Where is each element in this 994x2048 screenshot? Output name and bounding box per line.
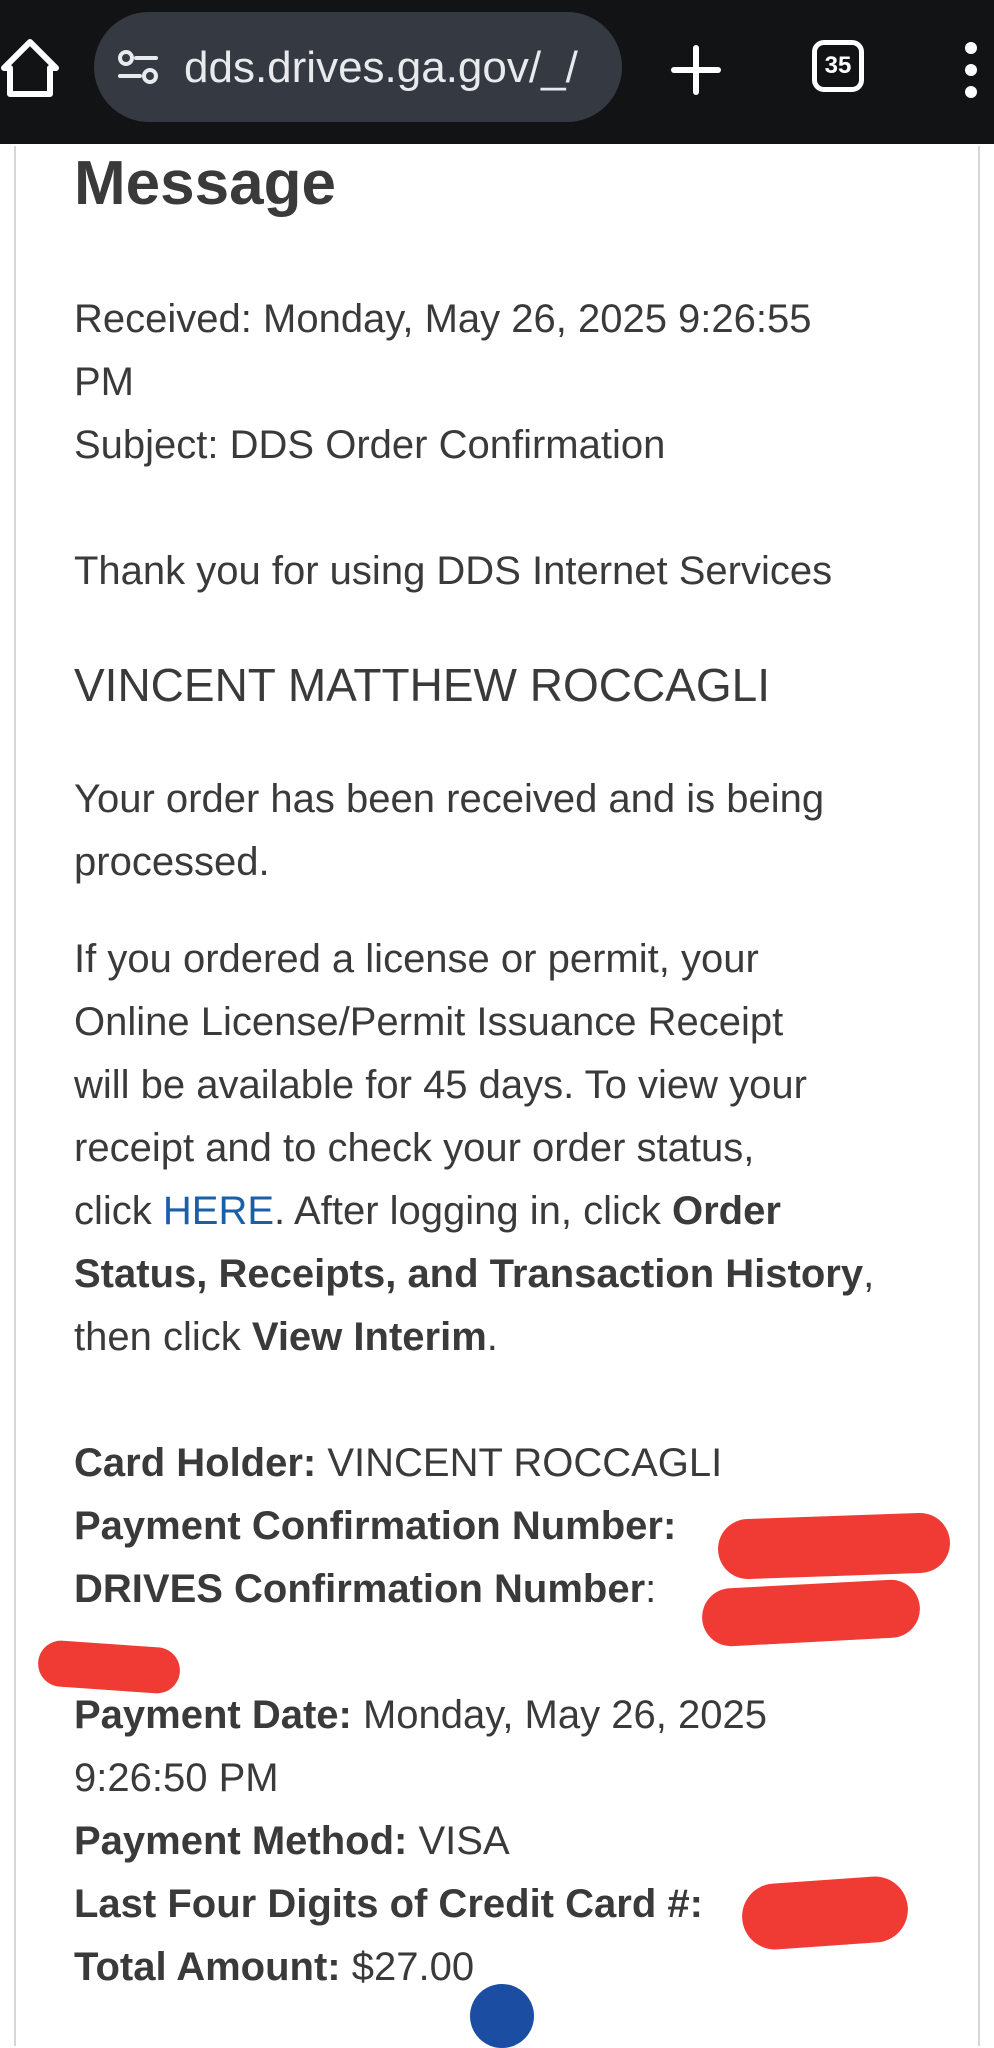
order-status-line: processed.: [74, 840, 270, 884]
payment-method-value: VISA: [407, 1819, 510, 1863]
info-line: receipt and to check your order status,: [74, 1126, 755, 1170]
floating-action-button[interactable]: [470, 1984, 534, 2048]
info-text: .: [486, 1315, 498, 1359]
payment-date-row: Payment Date: Monday, May 26, 2025: [74, 1684, 944, 1747]
browser-toolbar: dds.drives.ga.gov/_/ 35: [0, 0, 994, 144]
home-icon[interactable]: [0, 28, 60, 108]
total-amount-label: Total Amount:: [74, 1945, 341, 1989]
site-settings-icon[interactable]: [116, 46, 160, 90]
thanks-text: Thank you for using DDS Internet Service…: [74, 549, 833, 593]
payment-method-label: Payment Method:: [74, 1819, 408, 1863]
redaction-mark: [739, 1874, 911, 1952]
payment-details-2: Payment Date: Monday, May 26, 2025 9:26:…: [74, 1684, 944, 1999]
payment-date-value: Monday, May 26, 2025: [351, 1693, 767, 1737]
payment-confirmation-label: Payment Confirmation Number:: [74, 1504, 677, 1548]
card-holder-label: Card Holder:: [74, 1441, 317, 1485]
info-line: click HERE. After logging in, click Orde…: [74, 1180, 944, 1243]
total-amount-value: $27.00: [340, 1945, 475, 1989]
drives-confirmation-colon: :: [645, 1567, 657, 1611]
payment-method-row: Payment Method: VISA: [74, 1810, 944, 1873]
info-line: If you ordered a license or permit, your: [74, 937, 759, 981]
redaction-mark: [36, 1639, 182, 1695]
info-paragraph: If you ordered a license or permit, your…: [74, 928, 944, 1369]
payment-date-time: 9:26:50 PM: [74, 1756, 279, 1800]
address-bar[interactable]: dds.drives.ga.gov/_/: [94, 12, 622, 122]
info-text: ,: [863, 1252, 875, 1296]
subject-value: DDS Order Confirmation: [229, 423, 666, 467]
subject-label: Subject:: [74, 423, 219, 467]
order-status-text: Your order has been received and is bein…: [74, 768, 944, 894]
received-line: Received: Monday, May 26, 2025 9:26:55: [74, 288, 944, 351]
received-value-cont: PM: [74, 360, 134, 404]
info-text: then click: [74, 1315, 252, 1359]
tab-switcher-button[interactable]: 35: [812, 40, 864, 92]
received-label: Received:: [74, 297, 252, 341]
payment-date-label: Payment Date:: [74, 1693, 352, 1737]
new-tab-icon[interactable]: [666, 40, 726, 100]
info-line: will be available for 45 days. To view y…: [74, 1063, 807, 1107]
message-card: Message Received: Monday, May 26, 2025 9…: [14, 146, 980, 2046]
info-line: then click View Interim.: [74, 1306, 944, 1369]
url-text[interactable]: dds.drives.ga.gov/_/: [184, 42, 578, 94]
more-menu-icon[interactable]: [956, 40, 986, 100]
redaction-mark: [700, 1578, 922, 1648]
card-holder-row: Card Holder: VINCENT ROCCAGLI: [74, 1432, 944, 1495]
customer-name: VINCENT MATTHEW ROCCAGLI: [74, 659, 770, 711]
info-text: click: [74, 1189, 163, 1233]
received-value: Monday, May 26, 2025 9:26:55: [263, 297, 812, 341]
last-four-label: Last Four Digits of Credit Card #:: [74, 1882, 703, 1926]
message-header: Received: Monday, May 26, 2025 9:26:55 P…: [74, 288, 944, 477]
drives-confirmation-label: DRIVES Confirmation Number: [74, 1567, 646, 1611]
info-text: . After logging in, click: [274, 1189, 672, 1233]
info-line: Online License/Permit Issuance Receipt: [74, 1000, 784, 1044]
card-holder-value: VINCENT ROCCAGLI: [316, 1441, 723, 1485]
view-interim-bold: View Interim: [251, 1315, 487, 1359]
here-link[interactable]: HERE: [163, 1189, 274, 1233]
redaction-mark: [717, 1511, 951, 1581]
order-status-line: Your order has been received and is bein…: [74, 777, 825, 821]
info-line: Status, Receipts, and Transaction Histor…: [74, 1243, 944, 1306]
order-status-bold: Order: [672, 1189, 781, 1233]
transaction-history-bold: Status, Receipts, and Transaction Histor…: [74, 1252, 864, 1296]
page-title: Message: [74, 149, 336, 218]
subject-line: Subject: DDS Order Confirmation: [74, 414, 944, 477]
